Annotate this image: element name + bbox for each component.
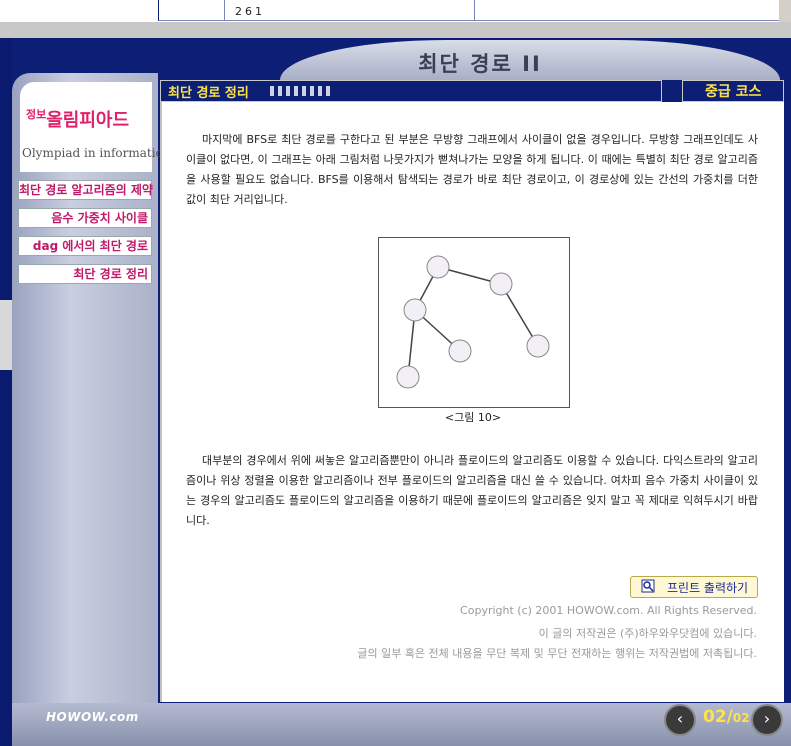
sidebar-item-constraints[interactable]: 최단 경로 알고리즘의 제약 <box>18 180 153 200</box>
tree-graph <box>396 255 550 389</box>
frame-top-band <box>0 22 791 39</box>
chevron-right-icon: › <box>763 709 771 728</box>
page-total: 02 <box>732 711 750 725</box>
sidebar-item-summary[interactable]: 최단 경로 정리 <box>18 264 152 284</box>
section-title: 최단 경로 정리 <box>168 86 249 101</box>
graph-node <box>426 255 450 279</box>
magnifier-print-icon <box>641 579 655 593</box>
tree-figure <box>378 237 570 408</box>
brand-logo: HOWOW.com <box>46 710 139 724</box>
table-divider <box>224 0 225 20</box>
left-edge-marker <box>0 300 12 370</box>
page-title: 최단 경로 II <box>418 52 542 76</box>
table-divider <box>474 0 475 20</box>
next-page-button[interactable]: › <box>751 704 783 736</box>
copyright-line-3: 글의 일부 혹은 전체 내용을 무단 복제 및 무단 전재하는 행위는 저작권법… <box>357 647 757 660</box>
graph-node <box>403 298 427 322</box>
graph-node <box>448 339 472 363</box>
course-label: 중급 코스 <box>705 84 762 100</box>
graph-node <box>489 272 513 296</box>
print-button[interactable]: 프린트 출력하기 <box>630 576 758 598</box>
chevron-left-icon: ‹ <box>676 709 684 728</box>
sidebar-item-dag[interactable]: dag 에서의 최단 경로 <box>18 236 152 256</box>
print-button-label: 프린트 출력하기 <box>667 581 749 595</box>
logo-korean-main: 올림피아드 <box>46 110 130 131</box>
graph-node <box>396 365 420 389</box>
graph-node <box>526 334 550 358</box>
paragraph-2: 대부분의 경우에서 위에 써놓은 알고리즘뿐만이 아니라 플로이드의 알고리즘도… <box>186 454 758 527</box>
scrollbar[interactable] <box>779 0 791 22</box>
copyright-line-2: 이 글의 저작권은 (주)하우와우닷컴에 있습니다. <box>538 627 757 640</box>
top-table-strip: 261 <box>0 0 791 22</box>
logo-english: Olympiad in informatics <box>22 146 169 160</box>
table-cell-value: 261 <box>235 5 265 18</box>
logo-korean-small: 정보 <box>26 108 47 121</box>
copyright-line-1: Copyright (c) 2001 HOWOW.com. All Rights… <box>460 604 757 617</box>
logo-korean: 정보올림피아드 <box>26 106 129 132</box>
prev-page-button[interactable]: ‹ <box>664 704 696 736</box>
figure-caption: <그림 10> <box>444 411 502 424</box>
page-current: 02 <box>703 707 727 727</box>
top-table: 261 <box>158 0 779 21</box>
checker-decoration <box>270 86 330 96</box>
paragraph-1: 마지막에 BFS로 최단 경로를 구한다고 된 부분은 무방향 그래프에서 사이… <box>186 133 758 206</box>
left-edge <box>0 38 12 746</box>
page-indicator: 02/02 <box>703 707 750 727</box>
sidebar-item-negative-cycle[interactable]: 음수 가중치 사이클 <box>18 208 152 228</box>
